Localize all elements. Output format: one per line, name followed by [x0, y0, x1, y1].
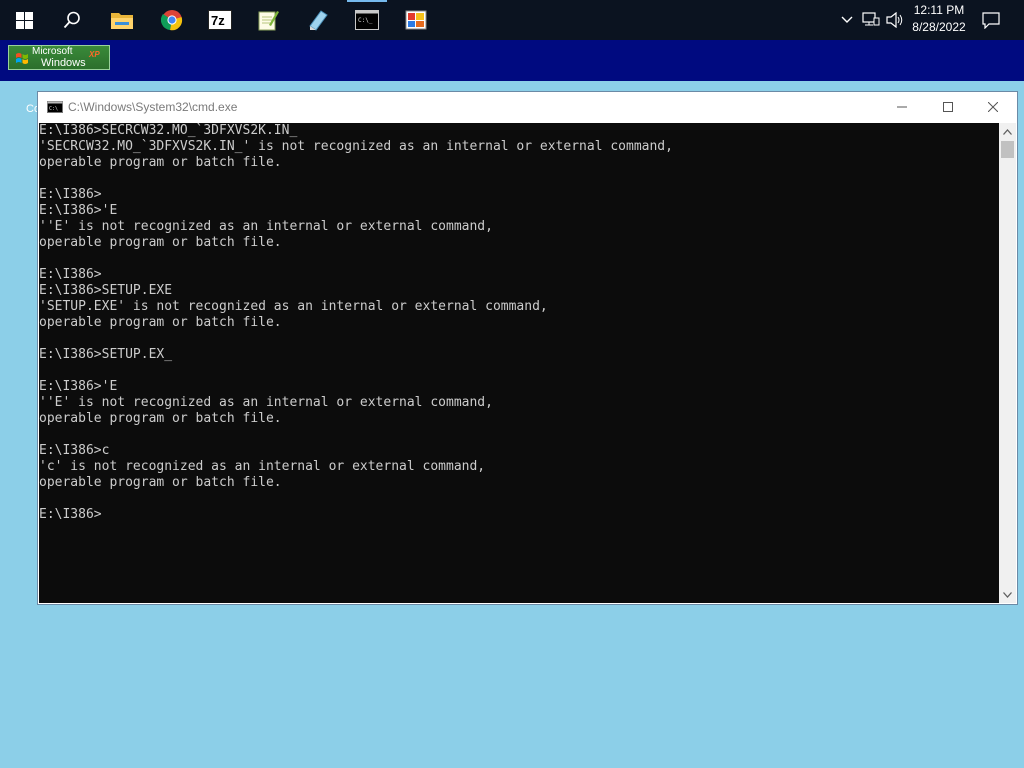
badge-xp-text: XP — [89, 50, 100, 59]
7zip-button[interactable]: 7z — [196, 0, 244, 40]
svg-text:7z: 7z — [211, 13, 225, 28]
svg-text:C:\: C:\ — [49, 106, 58, 112]
console-line: operable program or batch file. — [39, 155, 282, 170]
console-line: E:\I386>'E — [39, 203, 118, 218]
maximize-button[interactable] — [925, 92, 971, 122]
action-center-button[interactable] — [978, 0, 1004, 40]
chrome-button[interactable] — [148, 0, 196, 40]
console-line: E:\I386> — [39, 267, 102, 282]
vertical-scrollbar[interactable] — [999, 123, 1016, 603]
file-explorer-button[interactable] — [98, 0, 146, 40]
badge-microsoft-text: Microsoft — [32, 46, 73, 57]
paint-icon — [405, 10, 427, 30]
paint-button[interactable] — [392, 0, 440, 40]
console-line: operable program or batch file. — [39, 475, 282, 490]
scroll-up-button[interactable] — [999, 123, 1016, 140]
windows-logo-icon — [15, 11, 33, 29]
console-line: E:\I386>SETUP.EX_ — [39, 347, 173, 362]
pencil-icon — [309, 10, 328, 31]
console-line: ''E' is not recognized as an internal or… — [39, 219, 493, 234]
cmd-app-icon: C:\ — [47, 101, 63, 113]
window-titlebar[interactable]: C:\ C:\Windows\System32\cmd.exe — [38, 92, 1017, 123]
minimize-icon — [897, 106, 907, 108]
xp-banner-band: Microsoft Windows XP — [0, 40, 1024, 81]
network-button[interactable] — [860, 0, 882, 40]
taskbar: 7z C:\_ 12:11 PM 8/28/2022 — [0, 0, 1024, 40]
cmd-window: C:\ C:\Windows\System32\cmd.exe E:\I386>… — [38, 92, 1017, 604]
console-line: E:\I386> — [39, 187, 102, 202]
chevron-up-icon — [841, 16, 853, 23]
console-line: operable program or batch file. — [39, 235, 282, 250]
clock-date: 8/28/2022 — [912, 20, 966, 34]
console-line: 'SETUP.EXE' is not recognized as an inte… — [39, 299, 548, 314]
7zip-icon: 7z — [208, 10, 232, 30]
clock-time: 12:11 PM — [913, 3, 965, 17]
taskbar-clock[interactable]: 12:11 PM 8/28/2022 — [900, 2, 978, 38]
notepad-button[interactable] — [294, 0, 342, 40]
start-button[interactable] — [0, 0, 48, 40]
console-line: 'c' is not recognized as an internal or … — [39, 459, 486, 474]
chrome-icon — [161, 10, 183, 31]
windows-flag-icon — [16, 53, 28, 64]
folder-icon — [111, 13, 133, 29]
console-line: ''E' is not recognized as an internal or… — [39, 395, 493, 410]
console-line: E:\I386>SECRCW32.MO_`3DFXVS2K.IN_ — [39, 123, 298, 138]
chevron-down-icon — [1003, 591, 1012, 598]
console-line: E:\I386> — [39, 507, 102, 522]
maximize-icon — [943, 102, 953, 112]
close-icon — [988, 102, 998, 112]
console-line: E:\I386>SETUP.EXE — [39, 283, 173, 298]
svg-text:C:\_: C:\_ — [358, 17, 373, 24]
windows-xp-badge[interactable]: Microsoft Windows XP — [8, 45, 110, 70]
notepadpp-button[interactable] — [244, 0, 292, 40]
close-button[interactable] — [970, 92, 1016, 122]
terminal-icon: C:\_ — [355, 10, 379, 30]
search-button[interactable] — [48, 0, 96, 40]
scroll-down-button[interactable] — [999, 586, 1016, 603]
network-icon — [862, 12, 880, 26]
chevron-up-icon — [1003, 128, 1012, 135]
scrollbar-thumb[interactable] — [1001, 141, 1014, 158]
console-text: E:\I386>SECRCW32.MO_`3DFXVS2K.IN_ 'SECRCW… — [39, 123, 999, 523]
console-line: E:\I386>'E — [39, 379, 118, 394]
window-title: C:\Windows\System32\cmd.exe — [68, 100, 238, 114]
console-line: 'SECRCW32.MO_`3DFXVS2K.IN_' is not recog… — [39, 139, 673, 154]
console-line: E:\I386>c — [39, 443, 110, 458]
minimize-button[interactable] — [879, 92, 925, 122]
console-output[interactable]: E:\I386>SECRCW32.MO_`3DFXVS2K.IN_ 'SECRCW… — [39, 123, 999, 603]
console-line: operable program or batch file. — [39, 411, 282, 426]
cmd-button[interactable]: C:\_ — [343, 0, 391, 40]
badge-windows-text: Windows — [41, 57, 86, 69]
show-hidden-icons-button[interactable] — [838, 0, 856, 40]
search-icon — [63, 11, 80, 29]
notification-icon — [982, 11, 1000, 29]
notepad-icon — [258, 11, 279, 31]
console-line: operable program or batch file. — [39, 315, 282, 330]
